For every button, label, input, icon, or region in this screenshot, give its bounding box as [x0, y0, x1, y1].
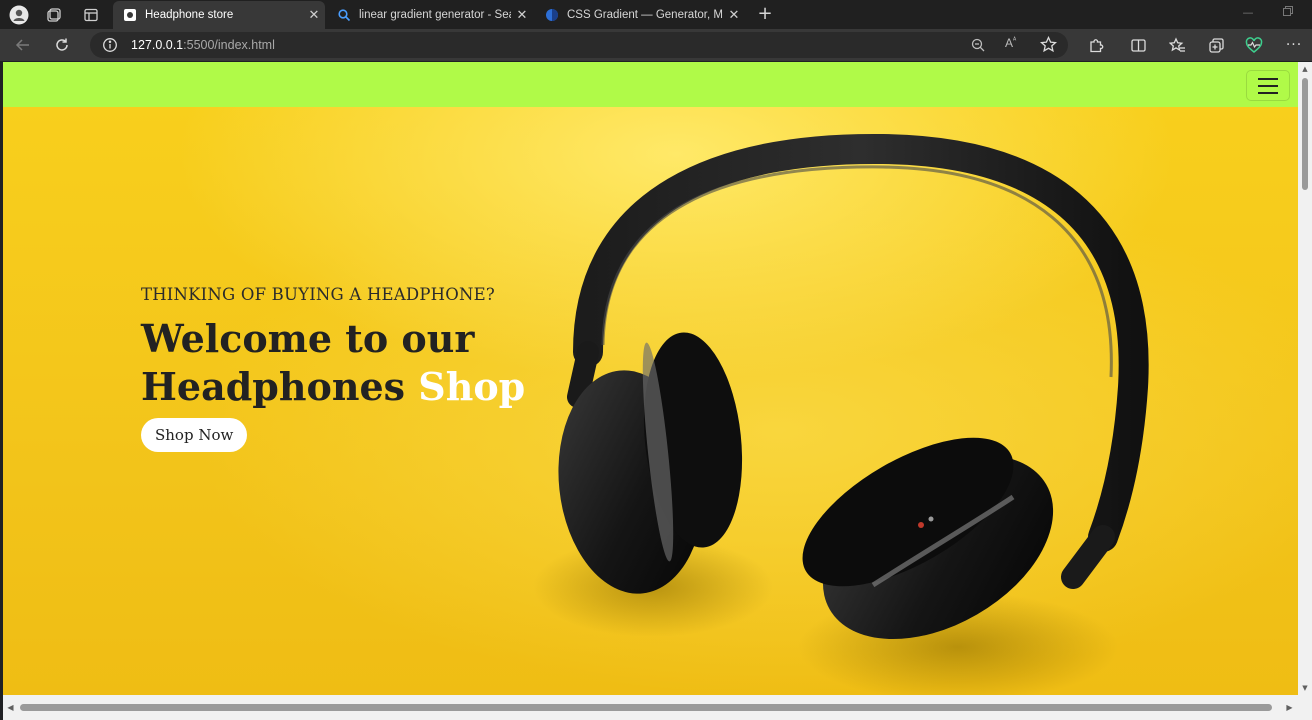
page-viewport: THINKING OF BUYING A HEADPHONE? Welcome …: [3, 62, 1298, 695]
scrollbar-corner: [1298, 695, 1312, 720]
search-icon: [338, 9, 351, 22]
address-bar[interactable]: 127.0.0.1:5500/index.html Aᴬ: [90, 32, 1068, 58]
url-text: 127.0.0.1:5500/index.html: [131, 38, 275, 52]
shop-now-button[interactable]: Shop Now: [141, 418, 248, 452]
horizontal-scrollbar[interactable]: ◀ ▶: [3, 695, 1298, 720]
close-tab-icon[interactable]: ✕: [511, 8, 533, 23]
minimize-icon[interactable]: —: [1241, 6, 1255, 20]
read-aloud-icon[interactable]: Aᴬ: [1005, 36, 1016, 50]
globe-icon: [546, 9, 558, 21]
back-icon[interactable]: [12, 34, 34, 56]
browser-tab-bar: Headphone store ✕ linear gradient genera…: [0, 0, 1312, 29]
url-path: :5500/index.html: [183, 38, 275, 52]
profile-icon[interactable]: [8, 4, 30, 26]
tab-search[interactable]: linear gradient generator - Search ✕: [327, 1, 533, 29]
page-icon: [124, 9, 136, 21]
split-screen-icon[interactable]: [1127, 34, 1149, 56]
new-tab-button[interactable]: +: [754, 4, 776, 26]
hero-headline-word: Headphones: [141, 364, 406, 409]
navbar-toggle-button[interactable]: [1246, 70, 1290, 101]
hamburger-bar: [1258, 91, 1278, 94]
hero-headline-line2: Headphones Shop: [141, 363, 525, 411]
vertical-scrollbar[interactable]: ▲ ▼: [1298, 62, 1312, 695]
browser-toolbar: 127.0.0.1:5500/index.html Aᴬ ···: [0, 29, 1312, 61]
tab-title: CSS Gradient — Generator, Maker: [567, 9, 723, 21]
horizontal-scroll-thumb[interactable]: [20, 704, 1272, 711]
tab-css-gradient[interactable]: CSS Gradient — Generator, Maker ✕: [535, 1, 745, 29]
scroll-up-icon[interactable]: ▲: [1301, 65, 1309, 73]
close-tab-icon[interactable]: ✕: [303, 8, 325, 23]
extensions-icon[interactable]: [1085, 34, 1107, 56]
collections-icon[interactable]: [1205, 34, 1227, 56]
tab-headphone-store[interactable]: Headphone store ✕: [113, 1, 325, 29]
favorites-icon[interactable]: [1166, 34, 1188, 56]
scroll-down-icon[interactable]: ▼: [1301, 684, 1309, 692]
close-tab-icon[interactable]: ✕: [723, 8, 745, 23]
workspaces-icon[interactable]: [43, 4, 65, 26]
hero-headline: Welcome to our Headphones Shop: [141, 315, 525, 411]
site-info-icon[interactable]: [102, 37, 118, 57]
hero-headline-accent: Shop: [418, 364, 526, 409]
hamburger-bar: [1258, 77, 1278, 80]
tab-title: Headphone store: [145, 9, 234, 21]
hero-headline-line1: Welcome to our: [141, 316, 475, 361]
scroll-left-icon[interactable]: ◀: [6, 703, 15, 712]
hero-eyebrow: THINKING OF BUYING A HEADPHONE?: [141, 285, 495, 304]
zoom-icon[interactable]: [970, 37, 986, 57]
browser-essentials-icon[interactable]: [1243, 34, 1265, 56]
hero-section: THINKING OF BUYING A HEADPHONE? Welcome …: [3, 107, 1298, 695]
tab-title: linear gradient generator - Search: [359, 9, 511, 21]
favorite-star-icon[interactable]: [1039, 35, 1058, 57]
site-navbar: [3, 62, 1298, 107]
restore-icon[interactable]: [1281, 6, 1295, 20]
scroll-right-icon[interactable]: ▶: [1285, 703, 1294, 712]
refresh-icon[interactable]: [51, 34, 73, 56]
hamburger-bar: [1258, 84, 1278, 87]
settings-more-icon[interactable]: ···: [1283, 34, 1305, 56]
vertical-scroll-thumb[interactable]: [1302, 78, 1308, 190]
url-host: 127.0.0.1: [131, 38, 184, 52]
hero-text-block: THINKING OF BUYING A HEADPHONE? Welcome …: [141, 285, 525, 452]
tab-actions-icon[interactable]: [80, 4, 102, 26]
